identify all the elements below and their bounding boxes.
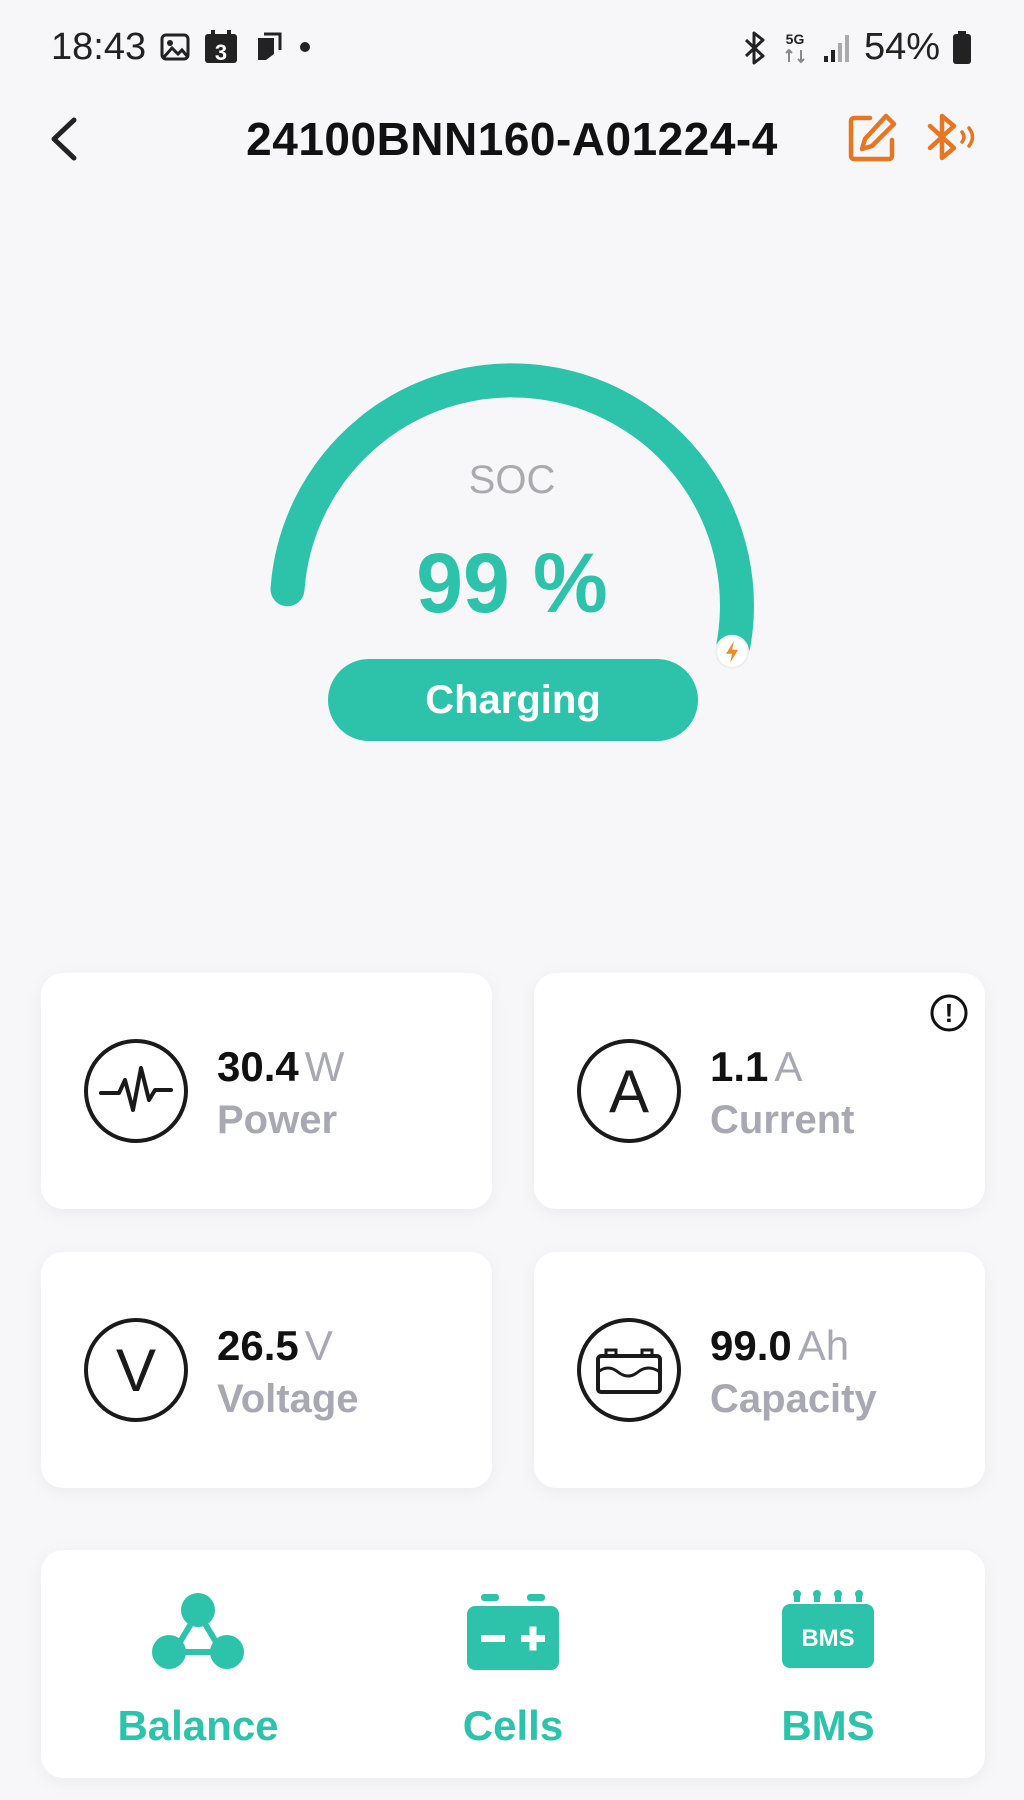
soc-label: SOC (468, 458, 556, 502)
files-icon (258, 32, 282, 60)
gallery-icon (160, 33, 190, 61)
power-label: Power (217, 1098, 338, 1142)
charging-status-badge: Charging (328, 659, 698, 741)
current-ampere-icon: A (577, 1039, 681, 1143)
nav-cells-label: Cells (462, 1702, 564, 1749)
calendar-icon: 3 (205, 30, 237, 64)
current-label: Current (710, 1098, 855, 1142)
power-card: 30.4 W Power (41, 973, 492, 1209)
network-label: 5G (786, 31, 805, 47)
voltage-label: Voltage (217, 1377, 359, 1421)
battery-icon (953, 30, 971, 64)
network-5g-icon: 5G (785, 31, 805, 63)
current-card: A 1.1 A Current ! (534, 973, 985, 1209)
nav-bms[interactable]: BMS BMS (671, 1550, 985, 1778)
nav-balance[interactable]: Balance (41, 1550, 355, 1778)
capacity-value: 99.0 Ah (710, 1322, 850, 1369)
edit-button[interactable] (846, 112, 898, 164)
bms-badge-text: BMS (801, 1625, 854, 1652)
notification-icons: 3 (160, 30, 314, 64)
system-icons: 5G 54% (742, 26, 972, 69)
voltage-unit: V (304, 1322, 333, 1369)
info-icon[interactable]: ! (929, 993, 969, 1033)
cells-battery-icon (467, 1594, 559, 1670)
app-header: 24100BNN160-A01224-4 (0, 100, 1024, 180)
nav-balance-label: Balance (117, 1702, 279, 1749)
capacity-battery-icon (577, 1318, 681, 1422)
battery-percent: 54% (863, 26, 940, 68)
nav-bms-label: BMS (781, 1702, 875, 1749)
status-bar: 18:43 3 5G 54% (0, 0, 1024, 100)
bluetooth-connection-button[interactable] (924, 110, 984, 166)
capacity-label: Capacity (710, 1377, 877, 1421)
charging-bolt-icon (715, 634, 750, 669)
power-value: 30.4 W (217, 1043, 345, 1090)
current-unit: A (774, 1043, 803, 1090)
bluetooth-connected-icon (927, 113, 975, 161)
capacity-card: 99.0 Ah Capacity (534, 1252, 985, 1488)
bottom-nav: Balance Cells BMS BMS (41, 1550, 985, 1778)
calendar-day: 3 (215, 40, 227, 64)
status-time: 18:43 (51, 26, 147, 68)
edit-icon (848, 113, 897, 162)
voltage-card: V 26.5 V Voltage (41, 1252, 492, 1488)
nav-cells[interactable]: Cells (356, 1550, 670, 1778)
signal-icon (823, 34, 849, 62)
capacity-unit: Ah (797, 1322, 850, 1369)
soc-value: 99 % (416, 536, 608, 630)
dot-icon (300, 42, 310, 52)
bluetooth-status-icon (744, 31, 765, 64)
voltage-letter: V (116, 1337, 156, 1404)
bms-chip-icon: BMS (782, 1590, 874, 1668)
voltage-value: 26.5 V (217, 1322, 333, 1369)
power-unit: W (304, 1043, 345, 1090)
power-waveform-icon (84, 1039, 188, 1143)
voltage-icon: V (84, 1318, 188, 1422)
current-value: 1.1 A (710, 1043, 803, 1090)
info-glyph: ! (945, 998, 954, 1028)
balance-icon (152, 1593, 244, 1669)
current-letter: A (609, 1058, 649, 1125)
